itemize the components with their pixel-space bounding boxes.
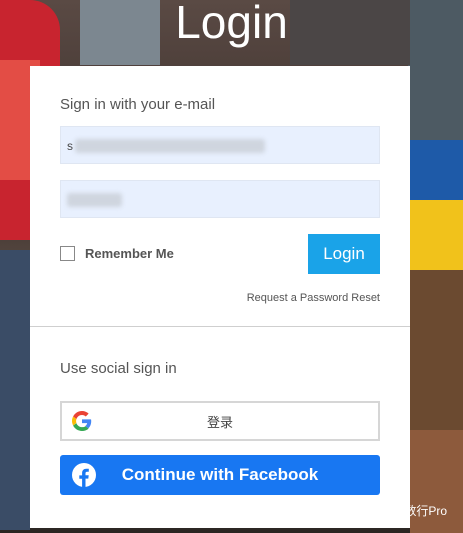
remember-me-label: Remember Me: [85, 246, 174, 261]
google-signin-button[interactable]: 登录: [60, 401, 380, 441]
email-input[interactable]: s: [60, 126, 380, 164]
password-input[interactable]: [60, 180, 380, 218]
facebook-signin-label: Continue with Facebook: [121, 465, 319, 484]
wechat-icon: [356, 502, 375, 519]
redacted-email: [75, 139, 265, 153]
section-divider: [30, 326, 410, 327]
watermark: 少年数行Pro: [356, 502, 447, 519]
remember-me[interactable]: Remember Me: [60, 246, 174, 261]
redacted-password: [67, 193, 122, 207]
page-title: Login: [175, 0, 288, 48]
facebook-icon: [72, 463, 96, 492]
email-value: s: [67, 139, 73, 153]
social-signin-heading: Use social sign in: [60, 360, 177, 377]
facebook-signin-button[interactable]: Continue with Facebook: [60, 455, 380, 495]
login-button[interactable]: Login: [308, 234, 380, 274]
google-signin-label: 登录: [206, 414, 233, 430]
password-reset-link[interactable]: Request a Password Reset: [247, 292, 380, 304]
google-icon: [72, 411, 92, 436]
remember-me-checkbox[interactable]: [60, 246, 75, 261]
watermark-text: 少年数行Pro: [380, 504, 447, 518]
email-signin-heading: Sign in with your e-mail: [60, 96, 216, 113]
login-card: Sign in with your e-mail s Remember Me L…: [30, 66, 410, 528]
